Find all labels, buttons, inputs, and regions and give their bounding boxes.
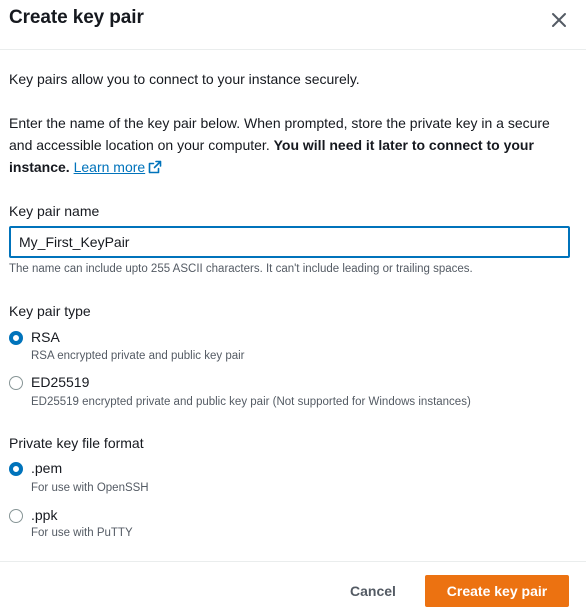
create-key-pair-button[interactable]: Create key pair (425, 575, 569, 607)
radio-rsa-label[interactable]: RSA (31, 329, 60, 345)
radio-ed25519-label[interactable]: ED25519 (31, 374, 89, 390)
private-key-format-label: Private key file format (9, 435, 144, 451)
radio-pem-label[interactable]: .pem (31, 460, 62, 476)
learn-more-link[interactable]: Learn more (74, 159, 163, 175)
radio-ppk-description: For use with PuTTY (31, 527, 133, 539)
radio-ed25519-description: ED25519 encrypted private and public key… (31, 396, 471, 408)
radio-pem[interactable] (9, 462, 23, 476)
key-pair-name-hint: The name can include upto 255 ASCII char… (9, 263, 473, 275)
intro-text: Key pairs allow you to connect to your i… (9, 71, 360, 87)
dialog-header: Create key pair (0, 0, 586, 50)
key-pair-name-input[interactable] (9, 226, 570, 258)
instructions-text: Enter the name of the key pair below. Wh… (9, 112, 569, 180)
external-link-icon (148, 158, 162, 180)
key-pair-type-label: Key pair type (9, 303, 91, 319)
radio-rsa-description: RSA encrypted private and public key pai… (31, 350, 245, 362)
radio-ed25519[interactable] (9, 376, 23, 390)
radio-ppk-label[interactable]: .ppk (31, 507, 57, 523)
dialog-title: Create key pair (9, 7, 144, 28)
footer-divider (0, 561, 586, 562)
radio-pem-description: For use with OpenSSH (31, 482, 149, 494)
cancel-button[interactable]: Cancel (335, 575, 411, 607)
close-icon[interactable] (549, 10, 569, 30)
key-pair-name-label: Key pair name (9, 203, 100, 219)
radio-ppk[interactable] (9, 509, 23, 523)
radio-rsa[interactable] (9, 331, 23, 345)
learn-more-label: Learn more (73, 159, 146, 175)
